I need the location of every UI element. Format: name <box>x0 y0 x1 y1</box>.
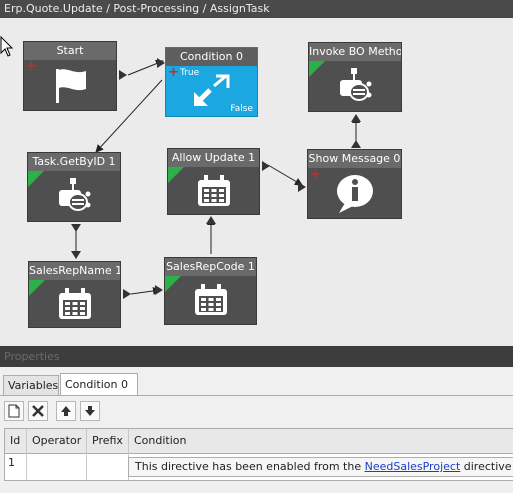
mouse-pointer-icon <box>0 36 14 57</box>
calendar-icon <box>194 284 227 315</box>
tab-condition-0[interactable]: Condition 0 <box>60 373 138 396</box>
green-marker <box>165 276 181 292</box>
node-title: Start <box>24 42 116 60</box>
calendar-icon <box>58 287 91 319</box>
workflow-canvas[interactable]: Start + Condition 0 + True False Invoke <box>0 18 513 345</box>
directive-link[interactable]: NeedSalesProject <box>365 460 461 473</box>
port-out[interactable] <box>71 224 81 232</box>
arrow-up-icon <box>61 406 71 416</box>
new-row-button[interactable] <box>4 401 24 421</box>
flag-icon <box>56 69 86 103</box>
column-header-condition[interactable]: Condition <box>129 429 513 453</box>
move-down-button[interactable] <box>80 401 100 421</box>
cell-operator[interactable] <box>27 453 87 480</box>
green-marker <box>168 167 184 183</box>
wire-allow-showmsg <box>267 164 303 186</box>
node-salesrepcode[interactable]: SalesRepCode 1 <box>164 257 257 325</box>
red-plus-icon: + <box>310 167 321 182</box>
port-in[interactable] <box>155 285 163 295</box>
tab-divider <box>0 395 513 396</box>
move-up-button[interactable] <box>56 401 76 421</box>
port-in[interactable] <box>351 114 361 122</box>
node-title: Show Message 0 <box>308 150 401 168</box>
column-header-id[interactable]: Id <box>5 429 27 453</box>
conditions-grid[interactable]: Id Operator Prefix Condition 1 This dire… <box>4 428 513 481</box>
grid-header: Id Operator Prefix Condition <box>5 429 513 454</box>
node-title: Invoke BO Method <box>309 43 401 61</box>
green-marker <box>29 280 45 296</box>
node-title: Allow Update 1 <box>168 149 259 167</box>
port-out[interactable] <box>351 140 361 148</box>
arrow-down-icon <box>85 406 95 416</box>
node-invoke-bo-method[interactable]: Invoke BO Method <box>308 42 402 112</box>
node-title: Task.GetByID 1 <box>28 153 120 171</box>
cell-condition[interactable]: This directive has been enabled from the… <box>128 457 513 477</box>
port-out[interactable] <box>123 289 131 299</box>
green-marker <box>309 61 325 77</box>
column-header-prefix[interactable]: Prefix <box>87 429 129 453</box>
false-branch-label: False <box>230 104 253 114</box>
info-bubble-icon <box>336 175 373 213</box>
properties-header: Properties <box>0 346 513 367</box>
column-header-operator[interactable]: Operator <box>27 429 87 453</box>
delete-x-icon <box>32 405 44 417</box>
node-title: SalesRepCode 1 <box>165 258 256 276</box>
node-salesrepname[interactable]: SalesRepName 1 <box>28 261 121 328</box>
properties-panel: Variables Condition 0 Id Operator Prefix… <box>0 367 513 493</box>
port-in[interactable] <box>206 216 216 224</box>
node-show-message[interactable]: Show Message 0 + <box>307 149 402 219</box>
condition-text-suffix: directive <box>460 460 512 473</box>
node-title: SalesRepName 1 <box>29 262 120 280</box>
method-icon <box>59 178 91 211</box>
green-marker <box>28 171 44 187</box>
node-allow-update[interactable]: Allow Update 1 <box>167 148 260 215</box>
port-out[interactable] <box>119 70 127 80</box>
node-start[interactable]: Start + <box>23 41 117 111</box>
method-icon <box>340 68 372 101</box>
node-title: Condition 0 <box>166 48 257 66</box>
node-condition-0[interactable]: Condition 0 + True False <box>165 47 258 117</box>
row-id: 1 <box>8 456 15 469</box>
calendar-icon <box>197 174 230 206</box>
red-plus-icon: + <box>168 65 179 80</box>
port-in[interactable] <box>157 58 165 68</box>
red-plus-icon: + <box>26 59 37 74</box>
tab-variables[interactable]: Variables <box>3 375 59 395</box>
port-in[interactable] <box>298 182 306 192</box>
branch-arrows-icon <box>193 74 229 106</box>
cell-id[interactable]: 1 <box>5 453 27 480</box>
cell-prefix[interactable] <box>87 453 129 480</box>
breadcrumb: Erp.Quote.Update / Post-Processing / Ass… <box>0 0 513 18</box>
port-out[interactable] <box>262 161 270 171</box>
delete-row-button[interactable] <box>28 401 48 421</box>
node-task-getbyid[interactable]: Task.GetByID 1 <box>27 152 121 222</box>
new-document-icon <box>8 404 20 418</box>
port-in[interactable] <box>71 251 81 259</box>
condition-text: This directive has been enabled from the <box>135 460 365 473</box>
